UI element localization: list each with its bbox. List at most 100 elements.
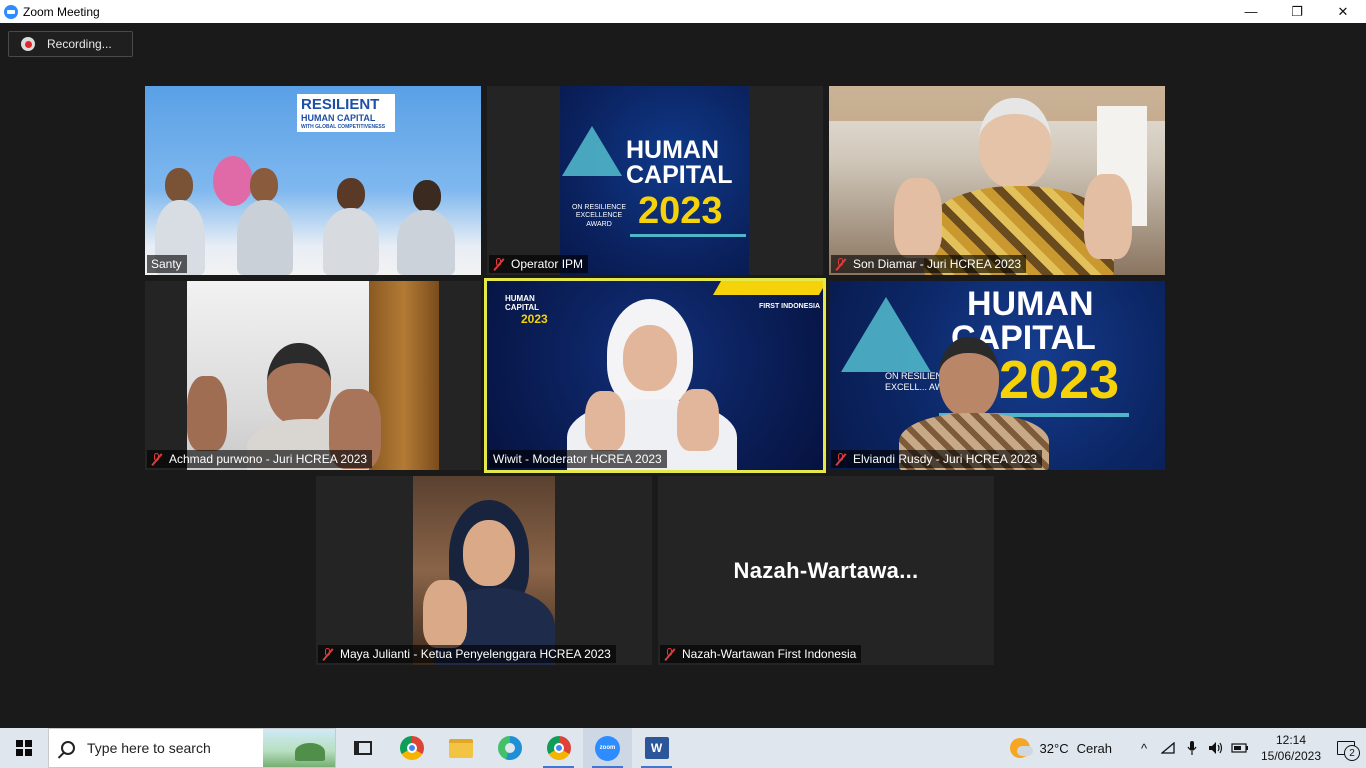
weather-widget[interactable]: 32°C Cerah	[1009, 738, 1112, 758]
participant-video: RESILIENT HUMAN CAPITAL WITH GLOBAL COMP…	[145, 86, 481, 275]
microphone-icon[interactable]	[1180, 728, 1204, 768]
video-tile-maya-julianti[interactable]: Maya Julianti - Ketua Penyelenggara HCRE…	[316, 476, 652, 665]
battery-icon[interactable]	[1228, 728, 1252, 768]
video-tile-santy[interactable]: RESILIENT HUMAN CAPITAL WITH GLOBAL COMP…	[145, 86, 481, 275]
poster-year: 2023	[638, 190, 723, 232]
participant-name: Santy	[151, 257, 182, 271]
participant-name-tag: Elviandi Rusdy - Juri HCREA 2023	[831, 450, 1043, 468]
participant-name-tag: Santy	[147, 255, 187, 273]
poster-accent	[712, 281, 823, 295]
window-title: Zoom Meeting	[23, 4, 100, 19]
participant-name: Nazah-Wartawan First Indonesia	[682, 647, 857, 661]
video-tile-wiwit-active-speaker[interactable]: HUMAN CAPITAL 2023 FIRST INDONESIA Wiwit…	[484, 278, 826, 473]
participant-name-tag: Nazah-Wartawan First Indonesia	[660, 645, 862, 663]
video-tile-nazah[interactable]: Nazah-Wartawa... Nazah-Wartawan First In…	[658, 476, 994, 665]
chrome-taskbar-button[interactable]	[387, 728, 436, 768]
muted-mic-icon	[322, 647, 334, 661]
banner-text: HUMAN CAPITAL	[301, 113, 376, 123]
participant-video	[829, 86, 1165, 275]
participant-head	[165, 168, 193, 202]
file-explorer-taskbar-button[interactable]	[436, 728, 485, 768]
clock-time: 12:14	[1275, 733, 1307, 747]
zoom-taskbar-button[interactable]: zoom	[583, 728, 632, 768]
star-logo-icon	[841, 297, 931, 372]
weather-sun-icon	[1009, 738, 1033, 758]
search-highlight-image	[263, 729, 335, 767]
participant-video: HUMAN CAPITAL 2023 FIRST INDONESIA	[487, 281, 823, 470]
participant-name: Operator IPM	[511, 257, 584, 271]
video-tile-son-diamar[interactable]: Son Diamar - Juri HCREA 2023	[829, 86, 1165, 275]
weather-temperature: 32°C	[1039, 740, 1069, 756]
muted-mic-icon	[835, 452, 847, 466]
participant-name: Elviandi Rusdy - Juri HCREA 2023	[853, 452, 1038, 466]
star-logo-icon	[562, 126, 622, 176]
windows-taskbar: Type here to search zoom W 32°C Cerah ^ …	[0, 728, 1366, 768]
poster-title: HUMAN	[626, 136, 720, 164]
weather-condition: Cerah	[1076, 740, 1112, 756]
start-button[interactable]	[0, 728, 48, 768]
thumbs-up-left	[894, 178, 942, 258]
recording-indicator[interactable]: Recording...	[8, 31, 133, 57]
participant-body	[397, 210, 455, 275]
thumbs-up-right	[677, 389, 719, 451]
poster-title: HUMAN	[967, 285, 1094, 323]
participant-head	[250, 168, 278, 202]
participant-body	[237, 200, 293, 275]
muted-mic-icon	[664, 647, 676, 661]
restore-button[interactable]: ❐	[1274, 0, 1320, 23]
speaker-volume-icon[interactable]	[1204, 728, 1228, 768]
word-icon: W	[644, 737, 669, 759]
edge-taskbar-button[interactable]	[485, 728, 534, 768]
poster-logo-text: HUMAN CAPITAL	[505, 294, 540, 312]
edge-icon	[497, 736, 522, 760]
participant-name-tag: Wiwit - Moderator HCREA 2023	[489, 450, 667, 468]
participant-head	[267, 343, 331, 425]
network-icon[interactable]	[1156, 728, 1180, 768]
chrome-profile-taskbar-button[interactable]	[534, 728, 583, 768]
decor-graphic	[213, 156, 253, 206]
participant-video: HUMAN CAPITAL ON RESILIENCE EXCELLENCE A…	[560, 86, 749, 275]
minimize-button[interactable]: —	[1228, 0, 1274, 23]
participant-head	[623, 325, 677, 391]
thumbs-up-right	[1084, 174, 1132, 259]
poster-divider	[630, 234, 746, 237]
banner-text: RESILIENT	[301, 96, 380, 113]
poster-year: 2023	[521, 312, 548, 326]
zoom-icon: zoom	[595, 735, 620, 761]
folder-icon	[448, 738, 473, 758]
system-tray: 32°C Cerah ^ 12:14 15/06/2023 2	[1009, 728, 1366, 768]
participant-body	[323, 208, 379, 275]
show-hidden-icons-chevron-icon[interactable]: ^	[1132, 728, 1156, 768]
thumbs-up-left	[585, 391, 625, 451]
window-controls: — ❐ ✕	[1228, 0, 1366, 23]
participant-name-tag: Son Diamar - Juri HCREA 2023	[831, 255, 1027, 273]
banner-text: WITH GLOBAL COMPETITIVENESS	[301, 124, 386, 130]
video-tile-elviandi-rusdy[interactable]: HUMAN CAPITAL ON RESILIENCE EXCELL... AW…	[829, 281, 1165, 470]
word-taskbar-button[interactable]: W	[632, 728, 681, 768]
poster-subtitle: ON RESILIENCE EXCELLENCE AWARD	[571, 204, 627, 228]
task-view-button[interactable]	[338, 728, 387, 768]
close-button[interactable]: ✕	[1320, 0, 1366, 23]
windows-logo-icon	[16, 740, 32, 756]
video-tile-achmad-purwono[interactable]: Achmad purwono - Juri HCREA 2023	[145, 281, 481, 470]
participant-name-tag: Operator IPM	[489, 255, 589, 273]
participant-head	[463, 520, 515, 586]
participant-video	[187, 281, 439, 470]
chrome-icon	[399, 736, 424, 760]
taskbar-clock[interactable]: 12:14 15/06/2023	[1256, 732, 1326, 764]
taskbar-search-box[interactable]: Type here to search	[48, 728, 336, 768]
poster-title: CAPITAL	[626, 161, 733, 189]
participant-head	[337, 178, 365, 210]
participant-name-tag: Achmad purwono - Juri HCREA 2023	[147, 450, 373, 468]
muted-mic-icon	[493, 257, 505, 271]
window-titlebar: Zoom Meeting — ❐ ✕	[0, 0, 1366, 23]
participant-video: HUMAN CAPITAL ON RESILIENCE EXCELL... AW…	[829, 281, 1165, 470]
participant-name-tag: Maya Julianti - Ketua Penyelenggara HCRE…	[318, 645, 616, 663]
participant-name: Son Diamar - Juri HCREA 2023	[853, 257, 1022, 271]
task-view-icon	[353, 741, 372, 755]
participant-name: Maya Julianti - Ketua Penyelenggara HCRE…	[340, 647, 611, 661]
video-tile-operator-ipm[interactable]: HUMAN CAPITAL ON RESILIENCE EXCELLENCE A…	[487, 86, 823, 275]
zoom-logo-icon	[4, 4, 18, 19]
participant-head	[413, 180, 441, 212]
notification-center-button[interactable]: 2	[1326, 728, 1366, 768]
